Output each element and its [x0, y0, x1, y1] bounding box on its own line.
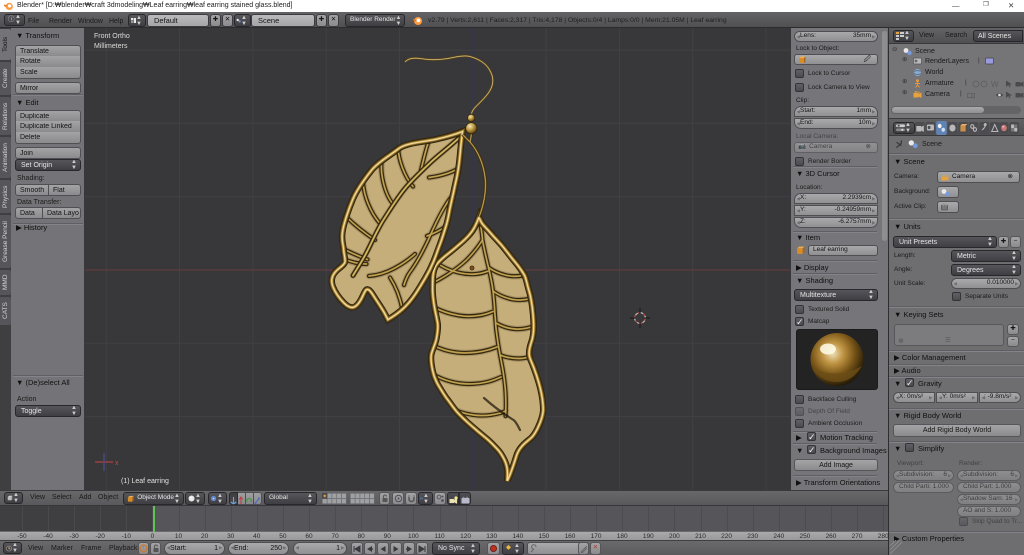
svg-text:x: x	[115, 460, 119, 467]
svg-text:W: W	[991, 80, 999, 88]
